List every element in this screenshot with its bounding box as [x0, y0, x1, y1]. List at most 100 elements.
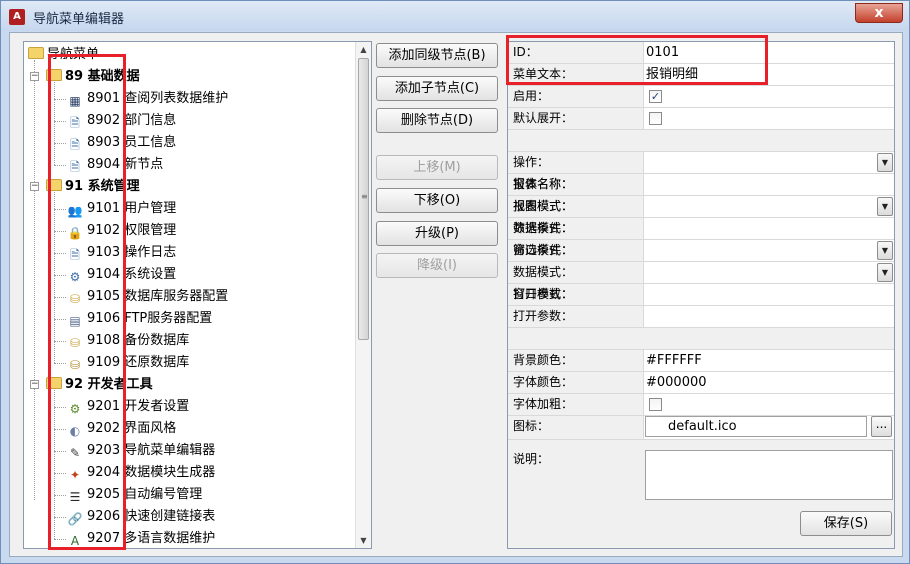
close-button[interactable]: x	[855, 3, 903, 23]
description-field[interactable]	[645, 450, 893, 500]
scroll-thumb[interactable]: ≡	[358, 58, 369, 340]
tree-item-label: 查阅列表数据维护	[124, 91, 229, 106]
tree-item-code: 9104	[87, 267, 125, 282]
font-color-field[interactable]: #000000	[645, 372, 894, 393]
tree-item-node[interactable]: 🗎 8903 员工信息	[67, 132, 176, 154]
tree-connector	[54, 429, 66, 430]
tree-item-code: 8903	[87, 135, 125, 150]
tree-group-node[interactable]: 89 基础数据	[46, 66, 140, 88]
tree-item-code: 9202	[87, 421, 125, 436]
tree-item-node[interactable]: A 9207 多语言数据维护	[67, 528, 215, 548]
property-row-filter: 筛选条件： 数据模式：	[508, 218, 894, 240]
open-folder-icon	[46, 377, 62, 389]
open-args-field[interactable]	[645, 284, 894, 305]
delete-node-button[interactable]: 删除节点(D)	[376, 108, 498, 133]
tree-item-node[interactable]: 🔗 9206 快速创建链接表	[67, 506, 216, 528]
icon-label: 图标：	[508, 416, 644, 439]
view-mode-select[interactable]: ▼	[645, 196, 894, 217]
tree-item-label: 界面风格	[124, 421, 177, 436]
tree-item-label: 数据模块生成器	[124, 465, 216, 480]
bg-color-field[interactable]: #FFFFFF	[645, 350, 894, 371]
tree-item-code: 9207	[87, 531, 125, 546]
chevron-down-icon[interactable]: ▼	[877, 241, 893, 260]
demote-button[interactable]: 降级(I)	[376, 253, 498, 278]
tree-root-label: 导航菜单	[47, 47, 100, 62]
menu-tree[interactable]: 导航菜单 − 89 基础数据 ▦ 8901 查阅列表数据维护 🗎 8902 部门信息 🗎 890…	[23, 41, 372, 549]
title-bar[interactable]: A 导航菜单编辑器 x	[1, 1, 909, 31]
tree-item-node[interactable]: ◐ 9202 界面风格	[67, 418, 176, 440]
open-params-field[interactable]	[645, 306, 894, 327]
bold-label: 字体加粗：	[508, 394, 644, 415]
chevron-down-icon[interactable]: ▼	[877, 263, 893, 282]
tree-connector	[54, 297, 66, 298]
tree-group-node[interactable]: 92 开发者工具	[46, 374, 153, 396]
default-expand-label: 默认展开：	[508, 108, 644, 129]
property-row-font-color: 字体颜色： #000000	[508, 372, 894, 394]
window-mode-label-2: 窗口模式：	[513, 287, 574, 301]
tree-item-code: 8902	[87, 113, 125, 128]
tree-item-node[interactable]: ✦ 9204 数据模块生成器	[67, 462, 215, 484]
enabled-checkbox[interactable]: ✓	[649, 90, 662, 103]
tree-item-node[interactable]: 🗎 8902 部门信息	[67, 110, 176, 132]
scroll-down-arrow-icon[interactable]: ▼	[356, 533, 371, 548]
tree-item-code: 8904	[87, 157, 125, 172]
tree-group-node[interactable]: 91 系统管理	[46, 176, 140, 198]
tree-connector	[54, 319, 66, 320]
collapse-toggle-icon[interactable]: −	[30, 72, 39, 81]
icon-path-field[interactable]: default.ico	[645, 416, 867, 437]
database-config-icon: ⛁	[69, 292, 81, 306]
data-mode-select[interactable]: ▼	[645, 262, 894, 283]
restore-icon: ⛁	[69, 358, 81, 372]
tree-item-label: 数据库服务器配置	[124, 289, 229, 304]
theme-icon: ◐	[69, 424, 81, 438]
collapse-toggle-icon[interactable]: −	[30, 182, 39, 191]
tree-root-node[interactable]: 导航菜单	[28, 44, 99, 66]
menu-text-label: 菜单文本：	[508, 64, 644, 85]
window-mode-select[interactable]: ▼	[645, 240, 894, 261]
tree-item-node[interactable]: ⛁ 9108 备份数据库	[67, 330, 189, 352]
description-label: 说明：	[513, 452, 550, 466]
filter-field[interactable]	[645, 218, 894, 239]
action-select[interactable]: ▼	[645, 152, 894, 173]
promote-button[interactable]: 升级(P)	[376, 221, 498, 246]
form-name-field[interactable]	[645, 174, 894, 195]
tree-item-code: 9101	[87, 201, 125, 216]
tree-scrollbar[interactable]: ▲ ≡ ▼	[355, 42, 371, 548]
tree-item-node[interactable]: ☰ 9205 自动编号管理	[67, 484, 203, 506]
browse-icon-button[interactable]: ...	[871, 416, 892, 437]
property-row-window-mode: 窗口模式： 筛选条件： ▼	[508, 240, 894, 262]
tree-connector	[54, 495, 66, 496]
tree-item-node[interactable]: ⛁ 9105 数据库服务器配置	[67, 286, 228, 308]
tree-connector	[54, 275, 66, 276]
users-icon: 👥	[67, 204, 83, 218]
chevron-down-icon[interactable]: ▼	[877, 197, 893, 216]
tree-connector	[54, 539, 66, 540]
save-button[interactable]: 保存(S)	[800, 511, 892, 536]
tree-item-code: 9103	[87, 245, 125, 260]
tree-item-node[interactable]: ▤ 9106 FTP服务器配置	[67, 308, 212, 330]
add-sibling-node-button[interactable]: 添加同级节点(B)	[376, 43, 498, 68]
add-child-node-button[interactable]: 添加子节点(C)	[376, 76, 498, 101]
document-icon: 🗎	[70, 116, 80, 130]
menu-text-field[interactable]: 报销明细	[645, 64, 894, 85]
move-down-button[interactable]: 下移(O)	[376, 188, 498, 213]
tree-item-code: 9203	[87, 443, 125, 458]
default-expand-checkbox[interactable]	[649, 112, 662, 125]
tree-item-node[interactable]: ✎ 9203 导航菜单编辑器	[67, 440, 215, 462]
tree-connector	[54, 143, 66, 144]
tree-item-node[interactable]: 🗎 8904 新节点	[67, 154, 163, 176]
chevron-down-icon[interactable]: ▼	[877, 153, 893, 172]
tree-item-node[interactable]: 👥 9101 用户管理	[67, 198, 177, 220]
bold-checkbox[interactable]	[649, 398, 662, 411]
collapse-toggle-icon[interactable]: −	[30, 380, 39, 389]
move-up-button[interactable]: 上移(M)	[376, 155, 498, 180]
tree-item-node[interactable]: ⚙ 9104 系统设置	[67, 264, 177, 286]
tree-item-node[interactable]: 🗎 9103 操作日志	[67, 242, 176, 264]
tree-item-node[interactable]: ▦ 8901 查阅列表数据维护	[67, 88, 228, 110]
tree-item-node[interactable]: ⚙ 9201 开发者设置	[67, 396, 190, 418]
open-folder-icon	[28, 47, 44, 59]
tree-item-node[interactable]: 🔒 9102 权限管理	[67, 220, 177, 242]
scroll-up-arrow-icon[interactable]: ▲	[356, 42, 371, 57]
tree-connector	[54, 363, 66, 364]
tree-item-node[interactable]: ⛁ 9109 还原数据库	[67, 352, 189, 374]
